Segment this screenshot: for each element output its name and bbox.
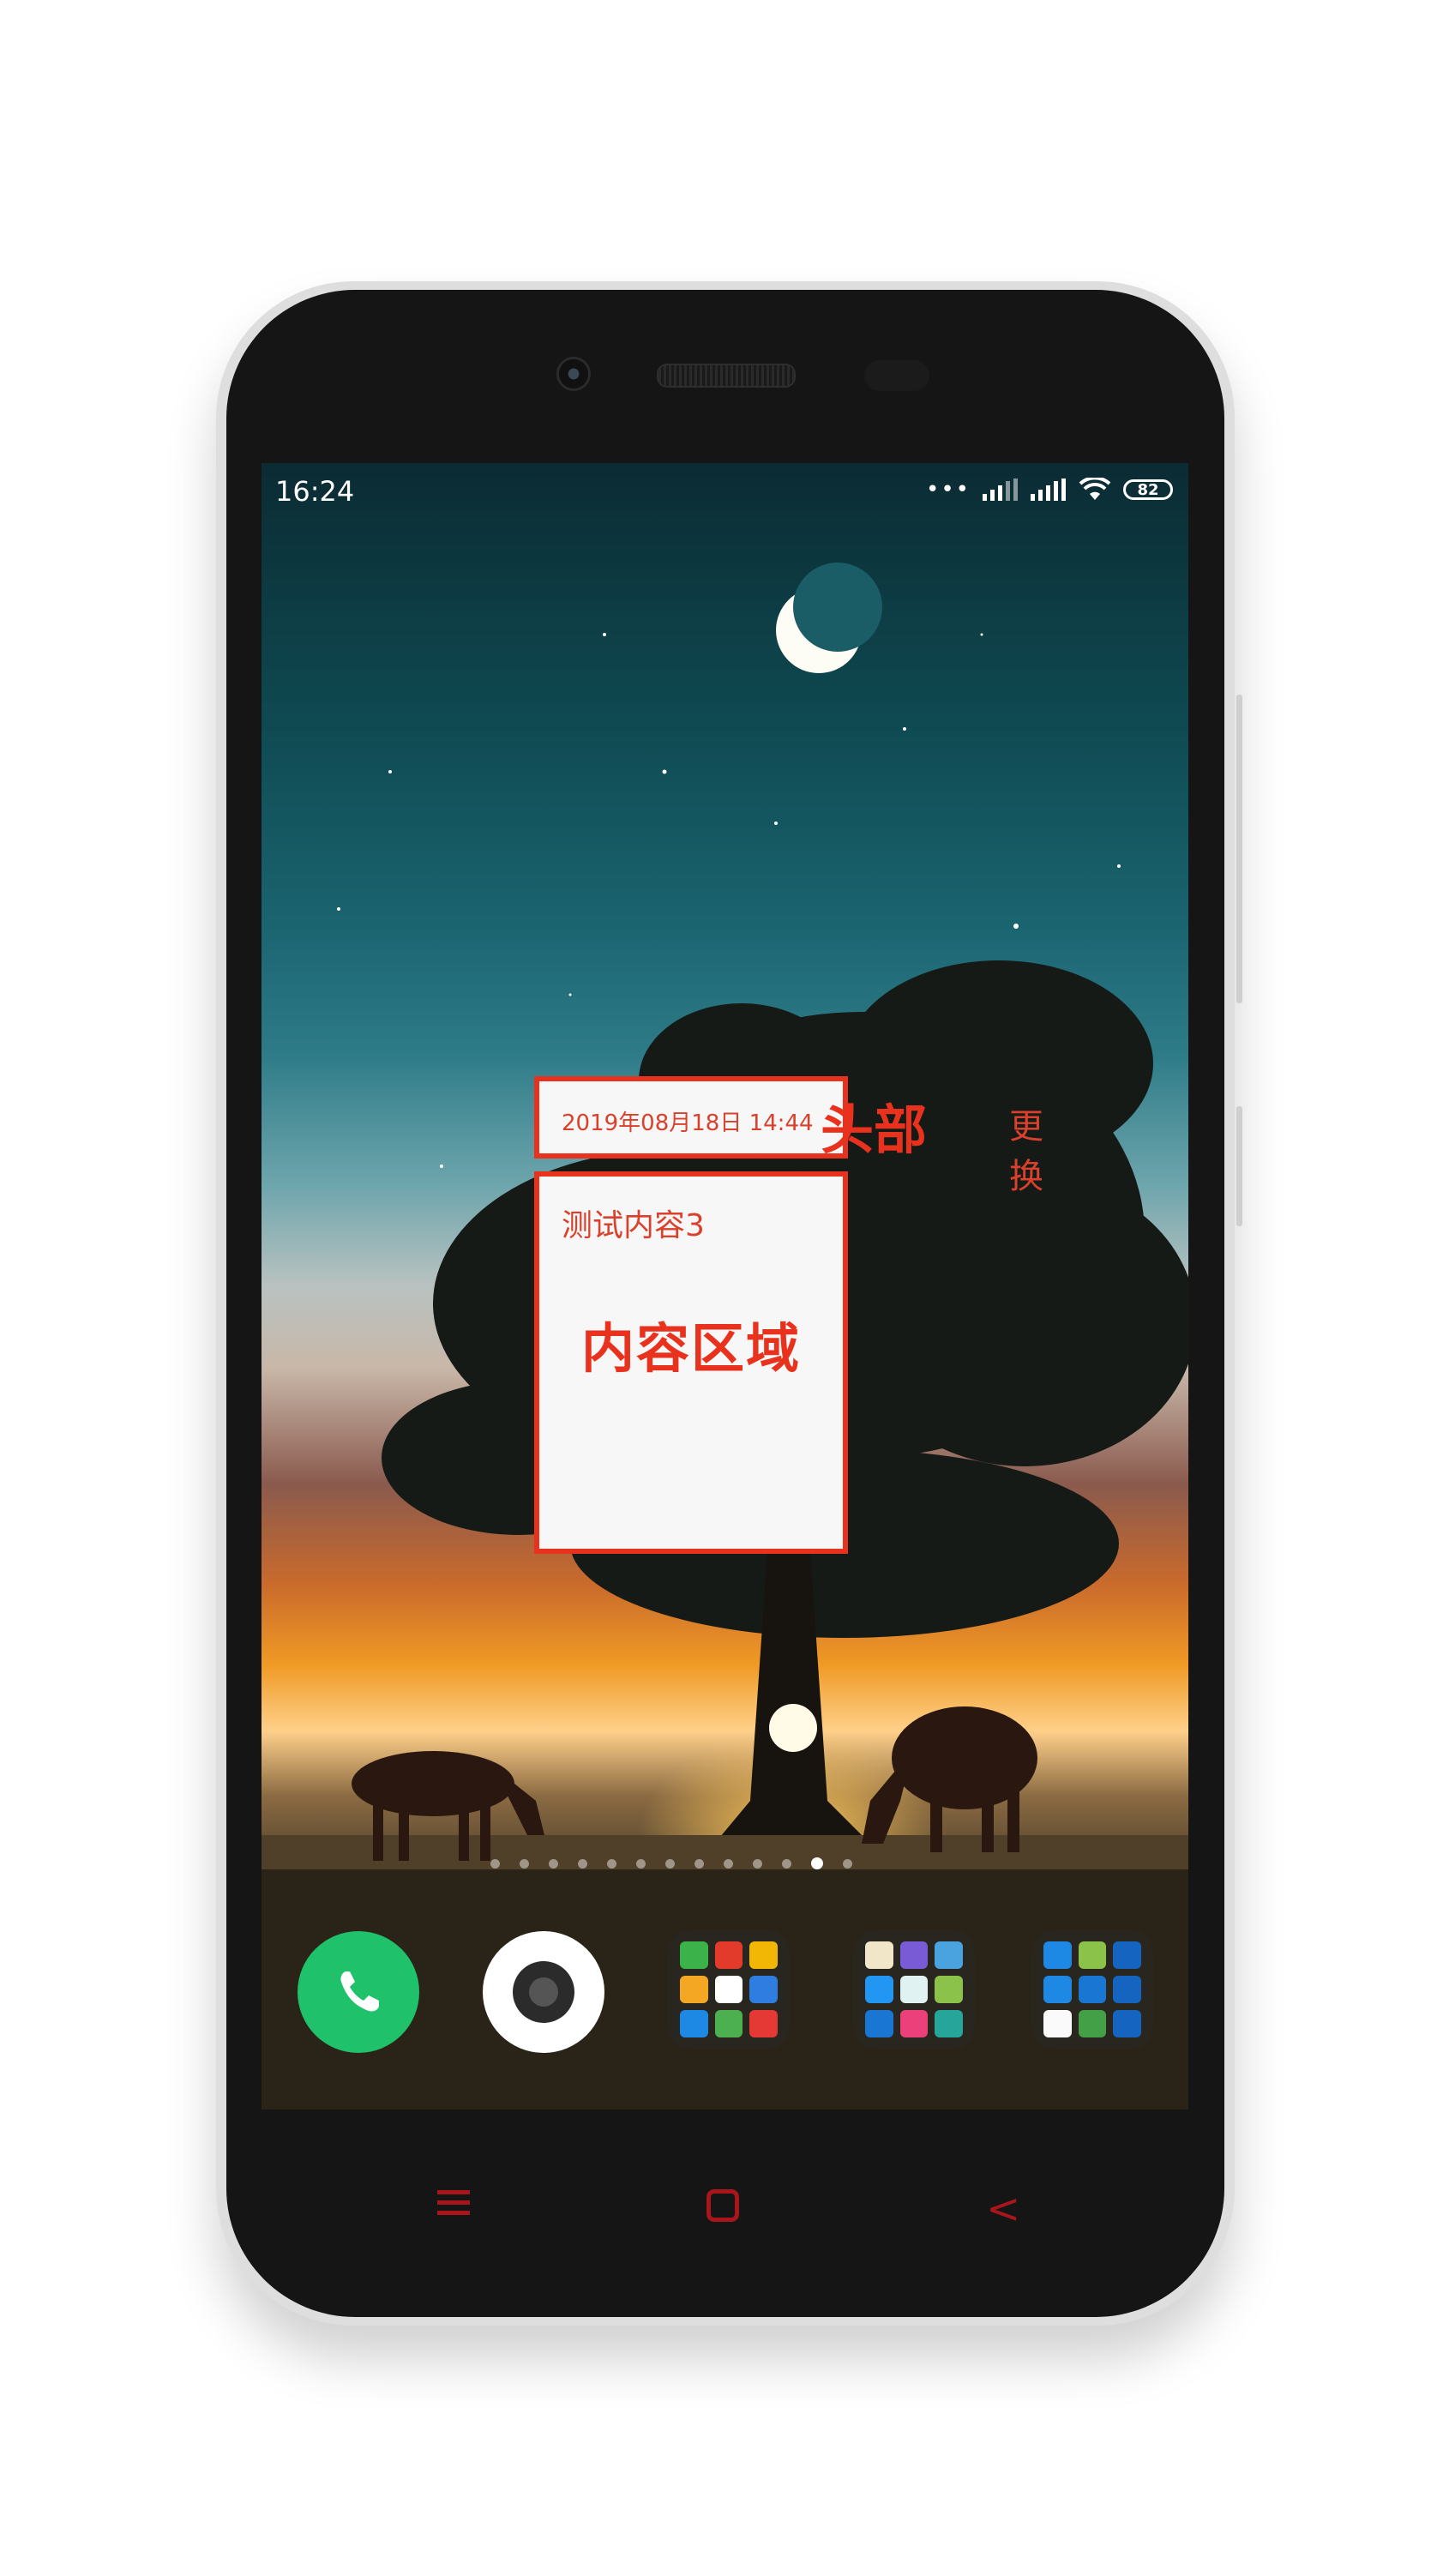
page-dot[interactable]: [578, 1858, 587, 1869]
page-dot[interactable]: [607, 1858, 616, 1869]
folder-app-icon: [714, 1976, 743, 2003]
page-dot[interactable]: [753, 1858, 762, 1869]
back-key-icon[interactable]: <: [986, 2185, 1020, 2233]
status-icons: ••• 82: [926, 477, 1173, 503]
volume-button: [1236, 695, 1242, 1003]
phone-app-icon[interactable]: [298, 1931, 419, 2053]
page-dot[interactable]: [724, 1858, 733, 1869]
page-dot[interactable]: [665, 1858, 675, 1869]
notification-dots: •••: [925, 477, 971, 503]
page-dot[interactable]: [782, 1858, 791, 1869]
widget-header: 2019年08月18日 14:44 头部 更换: [534, 1076, 1043, 1196]
signal-icon-2: [1031, 478, 1066, 501]
folder-app-icon: [935, 1976, 963, 2003]
widget-content[interactable]: 测试内容3 内容区域: [534, 1171, 848, 1554]
page-indicator: [490, 1857, 852, 1869]
page-dot[interactable]: [636, 1858, 646, 1869]
folder-app-icon: [1113, 2010, 1141, 2037]
folder-app-icon: [1043, 2010, 1072, 2037]
camera-lens-icon: [513, 1961, 574, 2023]
widget-date: 2019年08月18日 14:44: [562, 1110, 814, 1136]
signal-icon: [983, 478, 1018, 501]
battery-icon: 82: [1123, 479, 1173, 500]
folder-app-icon: [680, 1976, 708, 2003]
page-dot[interactable]: [490, 1858, 500, 1869]
folder-app-icon: [749, 2010, 778, 2037]
folder-app-icon: [1078, 2010, 1107, 2037]
folder-app-icon: [935, 1941, 963, 1969]
battery-level: 82: [1137, 480, 1159, 499]
app-folder-1[interactable]: [668, 1929, 790, 2049]
change-button[interactable]: 更换: [1009, 1098, 1043, 1198]
page-dot[interactable]: [549, 1858, 558, 1869]
folder-app-icon: [899, 2010, 929, 2037]
page-dot[interactable]: [520, 1858, 529, 1869]
widget-header-title: 头部: [821, 1098, 928, 1161]
folder-app-icon: [899, 1941, 929, 1969]
page-dot[interactable]: [843, 1858, 852, 1869]
phone-icon: [340, 1971, 379, 2012]
proximity-sensor: [864, 360, 929, 391]
app-folder-3[interactable]: [1031, 1929, 1153, 2049]
page-dot[interactable]: [694, 1858, 704, 1869]
widget-content-text: 测试内容3: [562, 1208, 705, 1243]
folder-app-icon: [1043, 1941, 1072, 1969]
folder-app-icon: [680, 2010, 708, 2037]
folder-app-icon: [749, 1941, 778, 1969]
folder-app-icon: [1043, 1976, 1072, 2003]
home-screen: 16:24 ••• 82 2019年08月18日 14:44 头部 更换 测试内…: [262, 463, 1188, 2110]
power-button: [1236, 1106, 1242, 1226]
app-folder-2[interactable]: [853, 1929, 975, 2049]
front-camera: [556, 357, 591, 391]
earpiece-speaker: [657, 364, 796, 388]
menu-key-icon[interactable]: [437, 2190, 470, 2216]
folder-app-icon: [865, 2010, 893, 2037]
folder-app-icon: [714, 1941, 743, 1969]
folder-app-icon: [1078, 1976, 1107, 2003]
camera-app-icon[interactable]: [483, 1931, 604, 2053]
folder-app-icon: [865, 1976, 893, 2003]
folder-app-icon: [935, 2010, 963, 2037]
folder-app-icon: [1113, 1941, 1141, 1969]
folder-app-icon: [865, 1941, 893, 1969]
folder-app-icon: [749, 1976, 778, 2003]
status-time: 16:24: [275, 475, 355, 508]
folder-app-icon: [680, 1941, 708, 1969]
wifi-icon: [1079, 478, 1111, 500]
folder-app-icon: [899, 1976, 929, 2003]
widget-content-title: 内容区域: [580, 1317, 801, 1380]
home-key-icon[interactable]: [706, 2189, 739, 2222]
folder-app-icon: [1078, 1941, 1107, 1969]
folder-app-icon: [714, 2010, 743, 2037]
folder-app-icon: [1113, 1976, 1141, 2003]
page-dot-active[interactable]: [811, 1857, 823, 1869]
